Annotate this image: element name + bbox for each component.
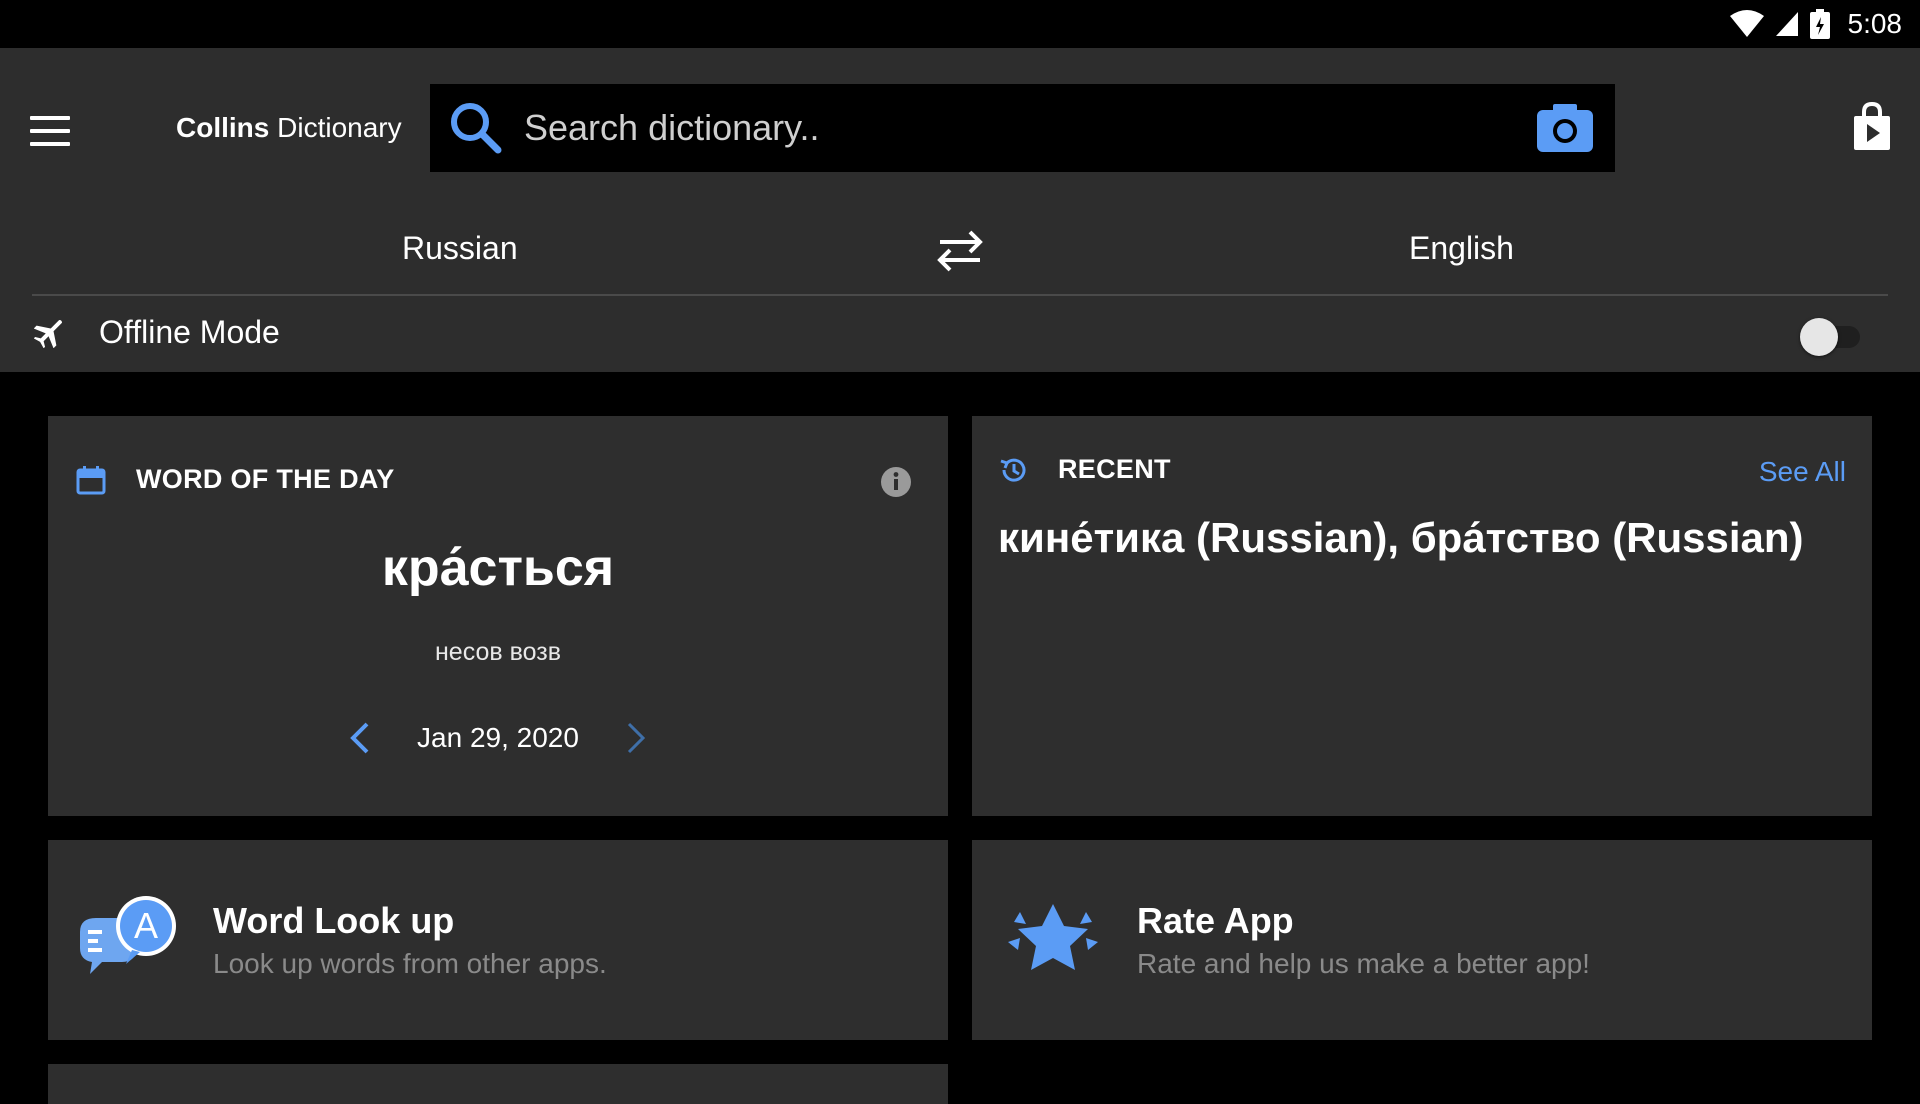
recent-header: RECENT <box>998 454 1171 485</box>
toggle-knob <box>1800 318 1838 356</box>
history-icon <box>1000 458 1026 482</box>
word-lookup-title: Word Look up <box>213 900 455 941</box>
wotd-part-of-speech: несов возв <box>435 638 561 666</box>
camera-icon[interactable] <box>1535 102 1595 154</box>
language-selector: Russian English <box>32 212 1888 296</box>
calendar-icon <box>76 465 106 494</box>
rate-app-subtitle: Rate and help us make a better app! <box>1137 948 1590 979</box>
chevron-right-icon[interactable] <box>617 720 653 756</box>
info-icon[interactable] <box>880 466 912 498</box>
recent-card: RECENT See All кине́тика (Russian), бра́… <box>972 416 1872 816</box>
partial-card <box>48 1064 948 1104</box>
menu-icon-line <box>30 116 70 120</box>
word-of-the-day-card: WORD OF THE DAY кра́сться несов возв Jan… <box>48 416 948 816</box>
battery-icon <box>1809 9 1830 39</box>
see-all-link[interactable]: See All <box>1759 456 1846 488</box>
clock: 5:08 <box>1847 8 1903 39</box>
search-bar[interactable] <box>430 84 1615 172</box>
wotd-date-navigation: Jan 29, 2020 <box>48 720 948 756</box>
chat-bubbles-icon: A <box>80 896 176 974</box>
app-bar: Collins Dictionary Russian English <box>0 48 1920 372</box>
chevron-left-icon[interactable] <box>343 720 379 756</box>
swap-languages-icon[interactable] <box>932 226 988 276</box>
rate-app-title: Rate App <box>1137 900 1294 941</box>
offline-mode-label: Offline Mode <box>99 314 280 350</box>
wotd-title: WORD OF THE DAY <box>136 464 395 494</box>
menu-icon-line <box>30 142 70 146</box>
search-icon <box>451 103 502 154</box>
brand-light: Dictionary <box>269 112 402 143</box>
offline-mode-toggle[interactable] <box>1800 318 1866 356</box>
wifi-icon <box>1729 10 1764 37</box>
wotd-date: Jan 29, 2020 <box>417 722 579 753</box>
word-lookup-card[interactable]: A Word Look up Look up words from other … <box>48 840 948 1040</box>
airplane-icon <box>34 319 63 348</box>
play-store-icon[interactable] <box>1852 102 1892 152</box>
wotd-header: WORD OF THE DAY <box>76 464 395 495</box>
wotd-word[interactable]: кра́сться <box>48 538 948 598</box>
status-bar: 5:08 <box>0 0 1920 48</box>
cell-signal-icon <box>1775 12 1798 36</box>
recent-words[interactable]: кине́тика (Russian), бра́тство (Russian) <box>998 514 1848 562</box>
status-icons: 5:08 <box>1729 0 1903 48</box>
brand-bold: Collins <box>176 112 270 143</box>
app-title: Collins Dictionary <box>176 112 402 144</box>
star-icon <box>1008 904 1098 970</box>
source-language[interactable]: Russian <box>402 230 518 267</box>
lookup-icon-letter: A <box>134 905 158 946</box>
word-lookup-subtitle: Look up words from other apps. <box>213 948 607 979</box>
menu-icon-line <box>30 129 70 133</box>
offline-mode-row: Offline Mode <box>0 296 1920 372</box>
search-input[interactable] <box>522 97 1535 159</box>
target-language[interactable]: English <box>1409 230 1514 267</box>
menu-button[interactable] <box>30 108 82 154</box>
rate-app-card[interactable]: Rate App Rate and help us make a better … <box>972 840 1872 1040</box>
recent-title: RECENT <box>1058 454 1171 484</box>
